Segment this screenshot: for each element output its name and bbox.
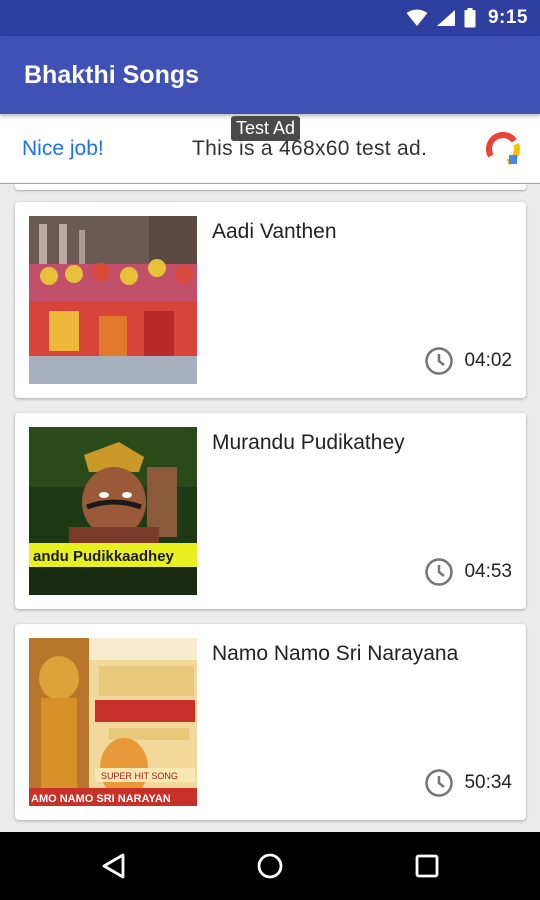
song-card[interactable]: Aadi Vanthen 04:02: [15, 202, 526, 398]
song-thumbnail[interactable]: [29, 216, 197, 384]
ad-tag: Test Ad: [231, 116, 301, 141]
back-icon[interactable]: [98, 850, 130, 882]
thumbnail-caption: AMO NAMO SRI NARAYAN: [31, 793, 171, 805]
home-icon[interactable]: [254, 850, 286, 882]
song-thumbnail[interactable]: SUPER HIT SONG AMO NAMO SRI NARAYAN: [29, 638, 197, 806]
song-duration: 04:02: [424, 346, 512, 376]
recents-icon[interactable]: [411, 850, 443, 882]
status-time: 9:15: [487, 7, 528, 28]
duration-text: 04:53: [464, 561, 512, 582]
thumbnail-banner: SUPER HIT SONG: [101, 771, 178, 781]
ad-left-text[interactable]: Nice job!: [22, 137, 182, 161]
song-thumbnail[interactable]: andu Pudikkaadhey: [29, 427, 197, 595]
ad-logo-icon[interactable]: [484, 130, 522, 168]
navigation-bar: [0, 832, 540, 900]
app-title: Bhakthi Songs: [24, 60, 200, 89]
ad-text[interactable]: This is a 468x60 test ad.: [192, 137, 427, 161]
song-title: Aadi Vanthen: [212, 220, 337, 243]
clock-icon: [425, 347, 454, 375]
previous-card-edge: [15, 184, 526, 190]
battery-icon: [464, 8, 476, 28]
thumbnail-caption: andu Pudikkaadhey: [33, 548, 175, 565]
clock-icon: [425, 769, 454, 797]
song-duration: 50:34: [424, 768, 512, 798]
signal-icon: [436, 10, 455, 26]
status-bar: 9:15: [0, 0, 540, 36]
song-card[interactable]: SUPER HIT SONG AMO NAMO SRI NARAYAN Namo…: [15, 624, 526, 820]
song-list[interactable]: Aadi Vanthen 04:02 andu Pudikkaadhey Mur…: [0, 184, 540, 832]
song-card[interactable]: andu Pudikkaadhey Murandu Pudikathey 04:…: [15, 413, 526, 609]
app-bar: Bhakthi Songs: [0, 36, 540, 114]
duration-text: 50:34: [464, 772, 512, 793]
clock-icon: [425, 558, 454, 586]
song-title: Murandu Pudikathey: [212, 431, 405, 454]
duration-text: 04:02: [464, 350, 512, 371]
wifi-icon: [406, 9, 428, 26]
song-duration: 04:53: [424, 557, 512, 587]
song-title: Namo Namo Sri Narayana: [212, 642, 459, 665]
